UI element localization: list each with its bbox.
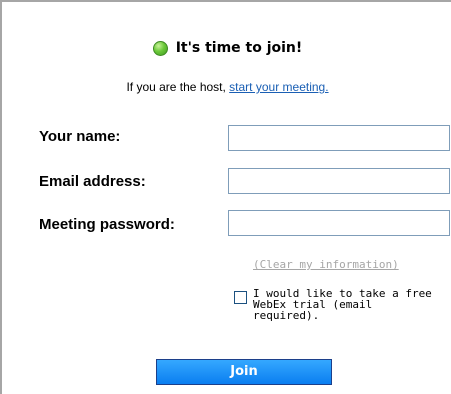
green-dot-icon (152, 40, 168, 56)
password-input[interactable] (228, 210, 450, 236)
name-input[interactable] (228, 125, 450, 151)
clear-information-link[interactable]: (Clear my information) (253, 258, 399, 271)
email-input[interactable] (228, 168, 450, 194)
webex-trial-checkbox[interactable] (234, 291, 247, 304)
join-header: It's time to join! (2, 38, 451, 58)
email-label: Email address: (39, 173, 146, 190)
join-meeting-panel: It's time to join! If you are the host, … (0, 0, 451, 394)
name-label: Your name: (39, 128, 121, 145)
password-label: Meeting password: (39, 216, 175, 233)
start-meeting-link[interactable]: start your meeting. (229, 80, 328, 94)
host-line: If you are the host, start your meeting. (2, 80, 451, 94)
webex-trial-label: I would like to take a free WebEx trial … (253, 287, 432, 322)
host-prefix-text: If you are the host, (126, 80, 230, 94)
join-button[interactable]: Join (156, 359, 332, 385)
page-title: It's time to join! (175, 40, 303, 56)
